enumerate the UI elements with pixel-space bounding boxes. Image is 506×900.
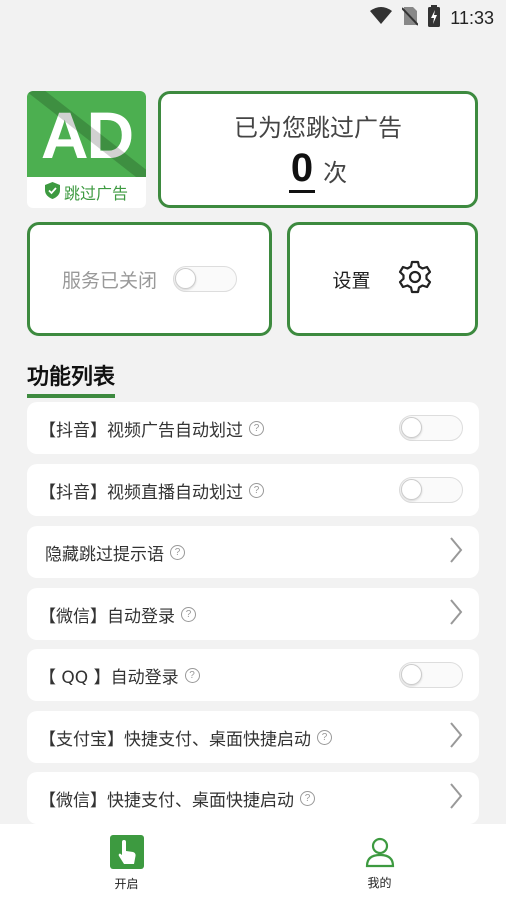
- feature-item-douyin-live[interactable]: 【抖音】视频直播自动划过 ?: [27, 464, 479, 516]
- tap-hand-icon: [109, 834, 144, 873]
- feature-toggle[interactable]: [399, 662, 463, 688]
- wifi-icon: [370, 7, 393, 29]
- skip-count-card: 已为您跳过广告 0次: [158, 91, 478, 208]
- feature-label: 【支付宝】快捷支付、桌面快捷启动: [39, 729, 311, 750]
- logo-green-box: AD: [27, 91, 146, 177]
- feature-item-hide-tip[interactable]: 隐藏跳过提示语 ?: [27, 526, 479, 578]
- help-icon[interactable]: ?: [184, 667, 200, 683]
- chevron-right-icon: [449, 536, 463, 568]
- nav-item-start[interactable]: 开启: [0, 824, 253, 900]
- feature-item-qq-login[interactable]: 【 QQ 】自动登录 ?: [27, 649, 479, 701]
- feature-item-wechat-login[interactable]: 【微信】自动登录 ?: [27, 588, 479, 640]
- settings-label: 设置: [332, 269, 371, 292]
- feature-list-title: 功能列表: [27, 364, 116, 398]
- help-icon[interactable]: ?: [249, 482, 264, 498]
- toggle-knob: [401, 479, 422, 500]
- status-bar: 11:33: [0, 0, 506, 36]
- skip-count-row: 0次: [161, 146, 475, 193]
- shield-check-icon: [44, 181, 60, 203]
- nav-label: 开启: [114, 876, 139, 891]
- toggle-knob: [175, 268, 196, 289]
- bottom-nav: 开启 我的: [0, 824, 506, 900]
- feature-label: 隐藏跳过提示语: [45, 544, 164, 565]
- skip-count-title: 已为您跳过广告: [234, 114, 402, 142]
- gear-icon: [397, 259, 433, 299]
- feature-label: 【微信】快捷支付、桌面快捷启动: [39, 790, 294, 811]
- help-icon[interactable]: ?: [249, 420, 264, 436]
- feature-toggle[interactable]: [399, 415, 463, 441]
- feature-label: 【 QQ 】自动登录: [39, 667, 179, 688]
- nav-item-mine[interactable]: 我的: [253, 824, 506, 900]
- skip-count-unit: 次: [323, 159, 348, 187]
- no-sim-icon: [401, 6, 420, 30]
- feature-toggle[interactable]: [399, 477, 463, 503]
- user-icon: [364, 836, 396, 872]
- chevron-right-icon: [449, 721, 463, 753]
- feature-label: 【抖音】视频广告自动划过: [39, 420, 243, 441]
- feature-label: 【微信】自动登录: [39, 606, 175, 627]
- nav-label: 我的: [367, 875, 392, 890]
- battery-charging-icon: [428, 5, 441, 31]
- service-status-label: 服务已关闭: [61, 269, 157, 292]
- settings-button[interactable]: 设置: [287, 222, 478, 336]
- service-toggle[interactable]: [173, 266, 237, 292]
- logo-skip-label: 跳过广告: [27, 179, 146, 205]
- skip-ad-label: 跳过广告: [63, 184, 128, 203]
- feature-item-douyin-ads[interactable]: 【抖音】视频广告自动划过 ?: [27, 402, 479, 454]
- help-icon[interactable]: ?: [317, 729, 332, 745]
- skip-count-value: 0: [288, 146, 316, 193]
- help-icon[interactable]: ?: [181, 606, 196, 622]
- help-icon[interactable]: ?: [170, 544, 185, 560]
- status-time: 11:33: [450, 7, 494, 28]
- feature-item-wechat-shortcut[interactable]: 【微信】快捷支付、桌面快捷启动 ?: [27, 772, 479, 824]
- toggle-knob: [401, 664, 422, 685]
- chevron-right-icon: [449, 598, 463, 630]
- feature-item-alipay-shortcut[interactable]: 【支付宝】快捷支付、桌面快捷启动 ?: [27, 711, 479, 763]
- service-toggle-card[interactable]: 服务已关闭: [27, 222, 272, 336]
- app-logo: AD 跳过广告: [27, 91, 146, 208]
- feature-label: 【抖音】视频直播自动划过: [39, 482, 243, 503]
- help-icon[interactable]: ?: [300, 790, 315, 806]
- chevron-right-icon: [449, 782, 463, 814]
- toggle-knob: [401, 417, 422, 438]
